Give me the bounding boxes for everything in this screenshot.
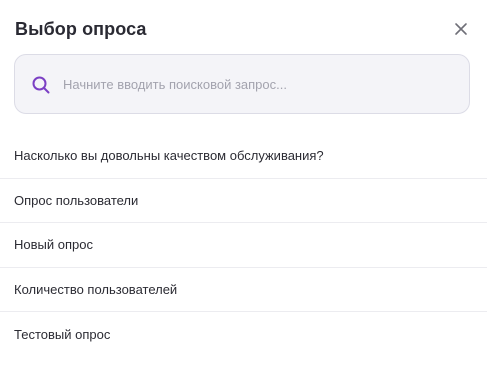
list-item[interactable]: Новый опрос [0, 223, 487, 268]
list-item[interactable]: Опрос пользователи [0, 179, 487, 223]
list-item[interactable]: Количество пользователей [0, 268, 487, 312]
list-item[interactable]: Тестовый опрос [0, 312, 487, 357]
dialog-header: Выбор опроса [15, 16, 472, 42]
list-item-label: Количество пользователей [14, 281, 178, 297]
close-button[interactable] [453, 21, 469, 37]
list-item-label: Новый опрос [14, 237, 93, 253]
survey-select-dialog: Выбор опроса Насколько вы довольны качес… [0, 0, 487, 371]
list-item-label: Насколько вы довольны качеством обслужив… [14, 148, 324, 164]
search-input[interactable] [63, 55, 453, 113]
close-icon [455, 23, 467, 35]
list-item-label: Тестовый опрос [14, 326, 111, 342]
survey-list: Насколько вы довольны качеством обслужив… [0, 134, 487, 357]
search-box[interactable] [14, 54, 470, 114]
search-icon [31, 75, 51, 95]
list-item[interactable]: Насколько вы довольны качеством обслужив… [0, 134, 487, 179]
dialog-title: Выбор опроса [15, 19, 147, 39]
list-item-label: Опрос пользователи [14, 192, 139, 208]
